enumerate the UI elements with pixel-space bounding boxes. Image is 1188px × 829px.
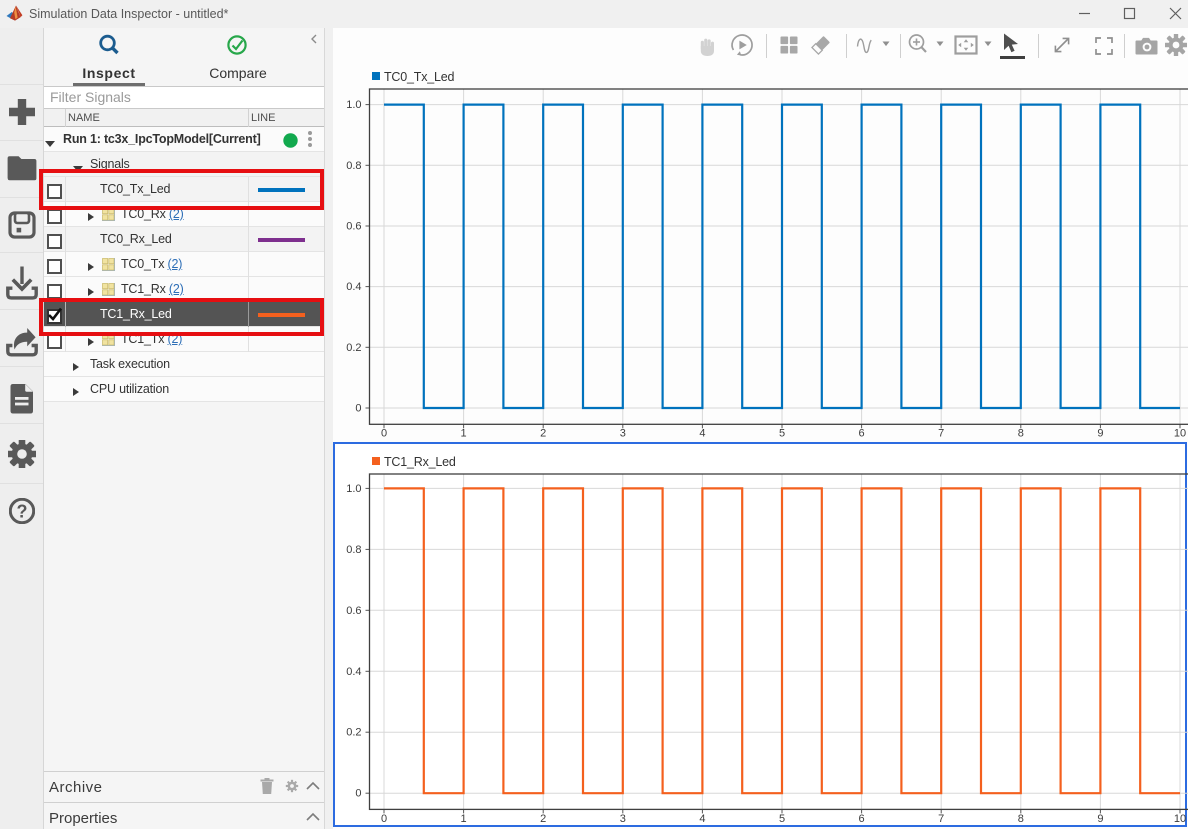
svg-text:10: 10	[1174, 428, 1186, 440]
svg-text:0.6: 0.6	[346, 605, 361, 617]
svg-text:9: 9	[1097, 428, 1103, 440]
svg-text:1: 1	[461, 813, 467, 825]
svg-text:8: 8	[1018, 813, 1024, 825]
svg-text:0.2: 0.2	[346, 342, 361, 354]
svg-text:0.8: 0.8	[346, 544, 361, 556]
svg-text:2: 2	[540, 428, 546, 440]
svg-text:1.0: 1.0	[346, 483, 361, 495]
svg-text:7: 7	[938, 813, 944, 825]
svg-text:4: 4	[699, 813, 705, 825]
svg-text:3: 3	[620, 428, 626, 440]
svg-text:?: ?	[17, 502, 28, 522]
svg-text:6: 6	[859, 813, 865, 825]
svg-text:1.0: 1.0	[346, 99, 361, 111]
svg-text:3: 3	[620, 813, 626, 825]
svg-text:10: 10	[1174, 813, 1186, 825]
svg-text:0.6: 0.6	[346, 221, 361, 233]
svg-text:0: 0	[355, 788, 361, 800]
svg-text:5: 5	[779, 813, 785, 825]
svg-text:0.2: 0.2	[346, 727, 361, 739]
svg-text:0: 0	[355, 403, 361, 415]
svg-text:2: 2	[540, 813, 546, 825]
svg-text:8: 8	[1018, 428, 1024, 440]
svg-text:0.4: 0.4	[346, 281, 361, 293]
svg-text:4: 4	[699, 428, 705, 440]
svg-text:1: 1	[461, 428, 467, 440]
svg-text:6: 6	[859, 428, 865, 440]
svg-text:0: 0	[381, 428, 387, 440]
svg-text:0.4: 0.4	[346, 666, 361, 678]
svg-text:0.8: 0.8	[346, 160, 361, 172]
svg-text:9: 9	[1097, 813, 1103, 825]
svg-text:5: 5	[779, 428, 785, 440]
svg-text:0: 0	[381, 813, 387, 825]
svg-text:7: 7	[938, 428, 944, 440]
